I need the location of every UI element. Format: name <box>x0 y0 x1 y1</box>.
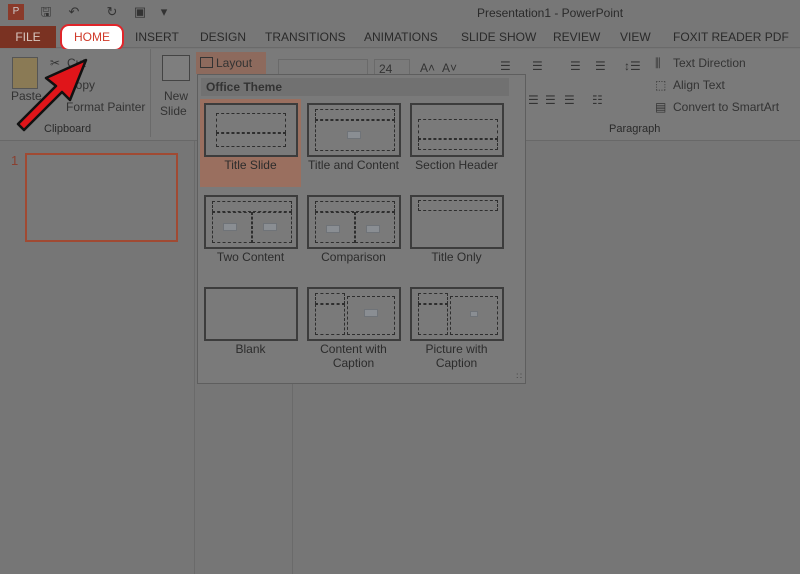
tab-animations[interactable]: ANIMATIONS <box>364 30 438 44</box>
line-spacing-icon[interactable]: ↕☰ <box>624 59 641 73</box>
slide-thumbnail[interactable] <box>25 153 178 242</box>
layout-preview <box>410 103 504 157</box>
layout-label: Title Slide <box>224 158 277 172</box>
text-direction-button[interactable]: Text Direction <box>673 56 746 70</box>
layout-title-and-content[interactable]: Title and Content <box>303 99 404 187</box>
bullets-icon[interactable]: ☰ <box>500 59 511 73</box>
layout-preview <box>410 195 504 249</box>
layout-title-only[interactable]: Title Only <box>406 191 507 279</box>
increase-font-icon[interactable]: A˄ <box>420 61 435 75</box>
layout-label: Content with Caption <box>320 342 387 370</box>
layout-preview <box>307 195 401 249</box>
decrease-font-icon[interactable]: A˅ <box>442 61 457 75</box>
layout-label: Section Header <box>415 158 498 172</box>
tab-view[interactable]: VIEW <box>620 30 651 44</box>
justify-icon[interactable]: ☰ <box>564 93 575 107</box>
layout-preview <box>307 103 401 157</box>
tab-file[interactable]: FILE <box>0 26 56 48</box>
layout-preview <box>410 287 504 341</box>
layout-label: Two Content <box>216 250 285 264</box>
tab-transitions[interactable]: TRANSITIONS <box>265 30 346 44</box>
layout-icon <box>200 57 213 68</box>
resize-grip-icon[interactable]: ∷ <box>516 371 522 382</box>
layout-label: Blank <box>235 342 266 356</box>
layout-preview <box>307 287 401 341</box>
layout-button[interactable]: Layout <box>196 52 266 74</box>
layout-two-content[interactable]: Two Content <box>200 191 301 279</box>
tab-review[interactable]: REVIEW <box>553 30 600 44</box>
layout-preview <box>204 287 298 341</box>
layout-title-slide[interactable]: Title Slide <box>200 99 301 187</box>
increase-indent-icon[interactable]: ☰ <box>595 59 606 73</box>
window-title: Presentation1 - PowerPoint <box>476 6 624 20</box>
red-arrow-annotation-icon <box>16 58 88 132</box>
layout-picture-with-caption[interactable]: Picture with Caption <box>406 283 507 371</box>
tab-foxit-reader-pdf[interactable]: FOXIT READER PDF <box>673 30 789 44</box>
layout-label: Layout <box>216 56 253 70</box>
layout-label: Comparison <box>321 250 386 264</box>
decrease-indent-icon[interactable]: ☰ <box>570 59 581 73</box>
slide-number: 1 <box>11 153 19 168</box>
smartart-icon: ▤ <box>655 100 667 114</box>
text-direction-icon: ⫼ <box>655 56 661 70</box>
tab-home[interactable]: HOME <box>60 24 124 51</box>
title-bar: P 🖫 ↶ ↻ ▣ ▾ Presentation1 - PowerPoint <box>0 0 800 26</box>
align-text-button[interactable]: Align Text <box>673 78 725 92</box>
align-text-icon: ⬚ <box>655 78 667 92</box>
layout-preview <box>204 103 298 157</box>
numbering-icon[interactable]: ☰ <box>532 59 543 73</box>
tab-slide-show[interactable]: SLIDE SHOW <box>461 30 536 44</box>
layout-preview <box>204 195 298 249</box>
tab-design[interactable]: DESIGN <box>200 30 246 44</box>
new-slide-button-2[interactable]: Slide <box>160 104 187 118</box>
tab-insert[interactable]: INSERT <box>135 30 179 44</box>
menu-header: Office Theme <box>201 78 509 96</box>
layout-comparison[interactable]: Comparison <box>303 191 404 279</box>
layout-content-with-caption[interactable]: Content with Caption <box>303 283 404 371</box>
align-right-icon[interactable]: ☰ <box>545 93 556 107</box>
new-slide-button[interactable]: New <box>164 89 188 103</box>
convert-smartart-button[interactable]: Convert to SmartArt <box>673 100 779 114</box>
paragraph-group-label: Paragraph <box>609 123 661 135</box>
align-center-icon[interactable]: ☰ <box>528 93 539 107</box>
group-divider <box>150 49 151 137</box>
layout-blank[interactable]: Blank <box>200 283 301 371</box>
layout-dropdown: Office Theme Title Slide Title and Conte… <box>197 74 526 384</box>
layout-label: Title Only <box>431 250 482 264</box>
layout-label: Title and Content <box>308 158 399 172</box>
new-slide-icon[interactable] <box>162 55 190 81</box>
columns-icon[interactable]: ☷ <box>592 93 603 107</box>
layout-section-header[interactable]: Section Header <box>406 99 507 187</box>
layout-label: Picture with Caption <box>425 342 488 370</box>
